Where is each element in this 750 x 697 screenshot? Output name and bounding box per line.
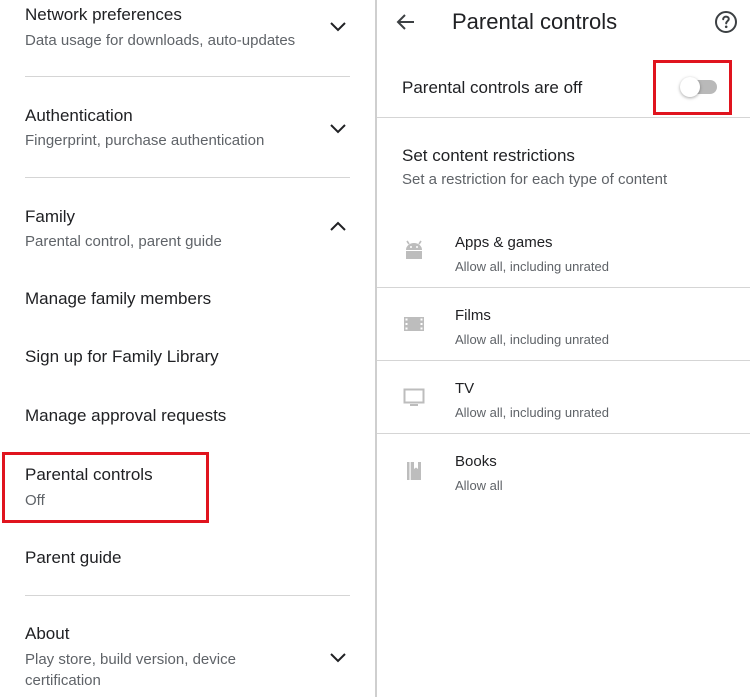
about-row[interactable]: About Play store, build version, device … bbox=[0, 596, 375, 697]
category-label: TV bbox=[455, 380, 475, 397]
family-title: Family bbox=[25, 207, 76, 226]
divider bbox=[377, 117, 750, 118]
authentication-title: Authentication bbox=[25, 106, 133, 125]
restrictions-subtitle: Set a restriction for each type of conte… bbox=[402, 171, 668, 188]
manage-family-members-item[interactable]: Manage family members bbox=[25, 289, 211, 309]
about-subtitle-line1: Play store, build version, device bbox=[25, 651, 236, 668]
network-preferences-title: Network preferences bbox=[25, 5, 182, 24]
settings-pane: Network preferences Data usage for downl… bbox=[0, 0, 375, 697]
authentication-subtitle: Fingerprint, purchase authentication bbox=[25, 132, 265, 149]
android-icon bbox=[402, 239, 426, 263]
about-title: About bbox=[25, 624, 70, 643]
category-row-books[interactable]: Books Allow all bbox=[377, 434, 750, 506]
chevron-down-icon[interactable] bbox=[327, 646, 349, 668]
chevron-down-icon[interactable] bbox=[327, 15, 349, 37]
family-row[interactable]: Family Parental control, parent guide bbox=[0, 178, 375, 268]
network-preferences-row[interactable]: Network preferences Data usage for downl… bbox=[0, 0, 375, 76]
highlight-box bbox=[2, 452, 209, 523]
chevron-up-icon[interactable] bbox=[327, 216, 349, 238]
network-preferences-subtitle: Data usage for downloads, auto-updates bbox=[25, 32, 296, 49]
category-value: Allow all, including unrated bbox=[455, 332, 609, 347]
about-subtitle-line2: certification bbox=[25, 672, 101, 689]
category-value: Allow all, including unrated bbox=[455, 405, 609, 420]
authentication-row[interactable]: Authentication Fingerprint, purchase aut… bbox=[0, 77, 375, 177]
manage-approval-requests-item[interactable]: Manage approval requests bbox=[25, 406, 226, 426]
category-label: Apps & games bbox=[455, 234, 553, 251]
back-button[interactable] bbox=[393, 9, 419, 35]
category-value: Allow all, including unrated bbox=[455, 259, 609, 274]
film-icon bbox=[402, 312, 426, 336]
arrow-back-icon bbox=[396, 14, 414, 30]
page-title: Parental controls bbox=[452, 9, 618, 34]
chevron-down-icon[interactable] bbox=[327, 117, 349, 139]
sign-up-family-library-item[interactable]: Sign up for Family Library bbox=[25, 347, 219, 367]
parental-controls-toggle-label: Parental controls are off bbox=[402, 78, 583, 97]
help-icon bbox=[715, 11, 737, 33]
category-row-tv[interactable]: TV Allow all, including unrated bbox=[377, 361, 750, 433]
family-subtitle: Parental control, parent guide bbox=[25, 233, 222, 250]
restrictions-title: Set content restrictions bbox=[402, 146, 575, 165]
category-label: Books bbox=[455, 453, 497, 470]
category-label: Films bbox=[455, 307, 491, 324]
highlight-box bbox=[653, 60, 732, 115]
parent-guide-item[interactable]: Parent guide bbox=[25, 548, 121, 568]
book-icon bbox=[402, 459, 426, 483]
category-row-apps-games[interactable]: Apps & games Allow all, including unrate… bbox=[377, 216, 750, 287]
tv-icon bbox=[402, 385, 426, 409]
parental-controls-pane: Parental controls Parental controls are … bbox=[377, 0, 750, 697]
category-row-films[interactable]: Films Allow all, including unrated bbox=[377, 288, 750, 360]
help-button[interactable] bbox=[714, 10, 738, 34]
category-value: Allow all bbox=[455, 478, 503, 493]
